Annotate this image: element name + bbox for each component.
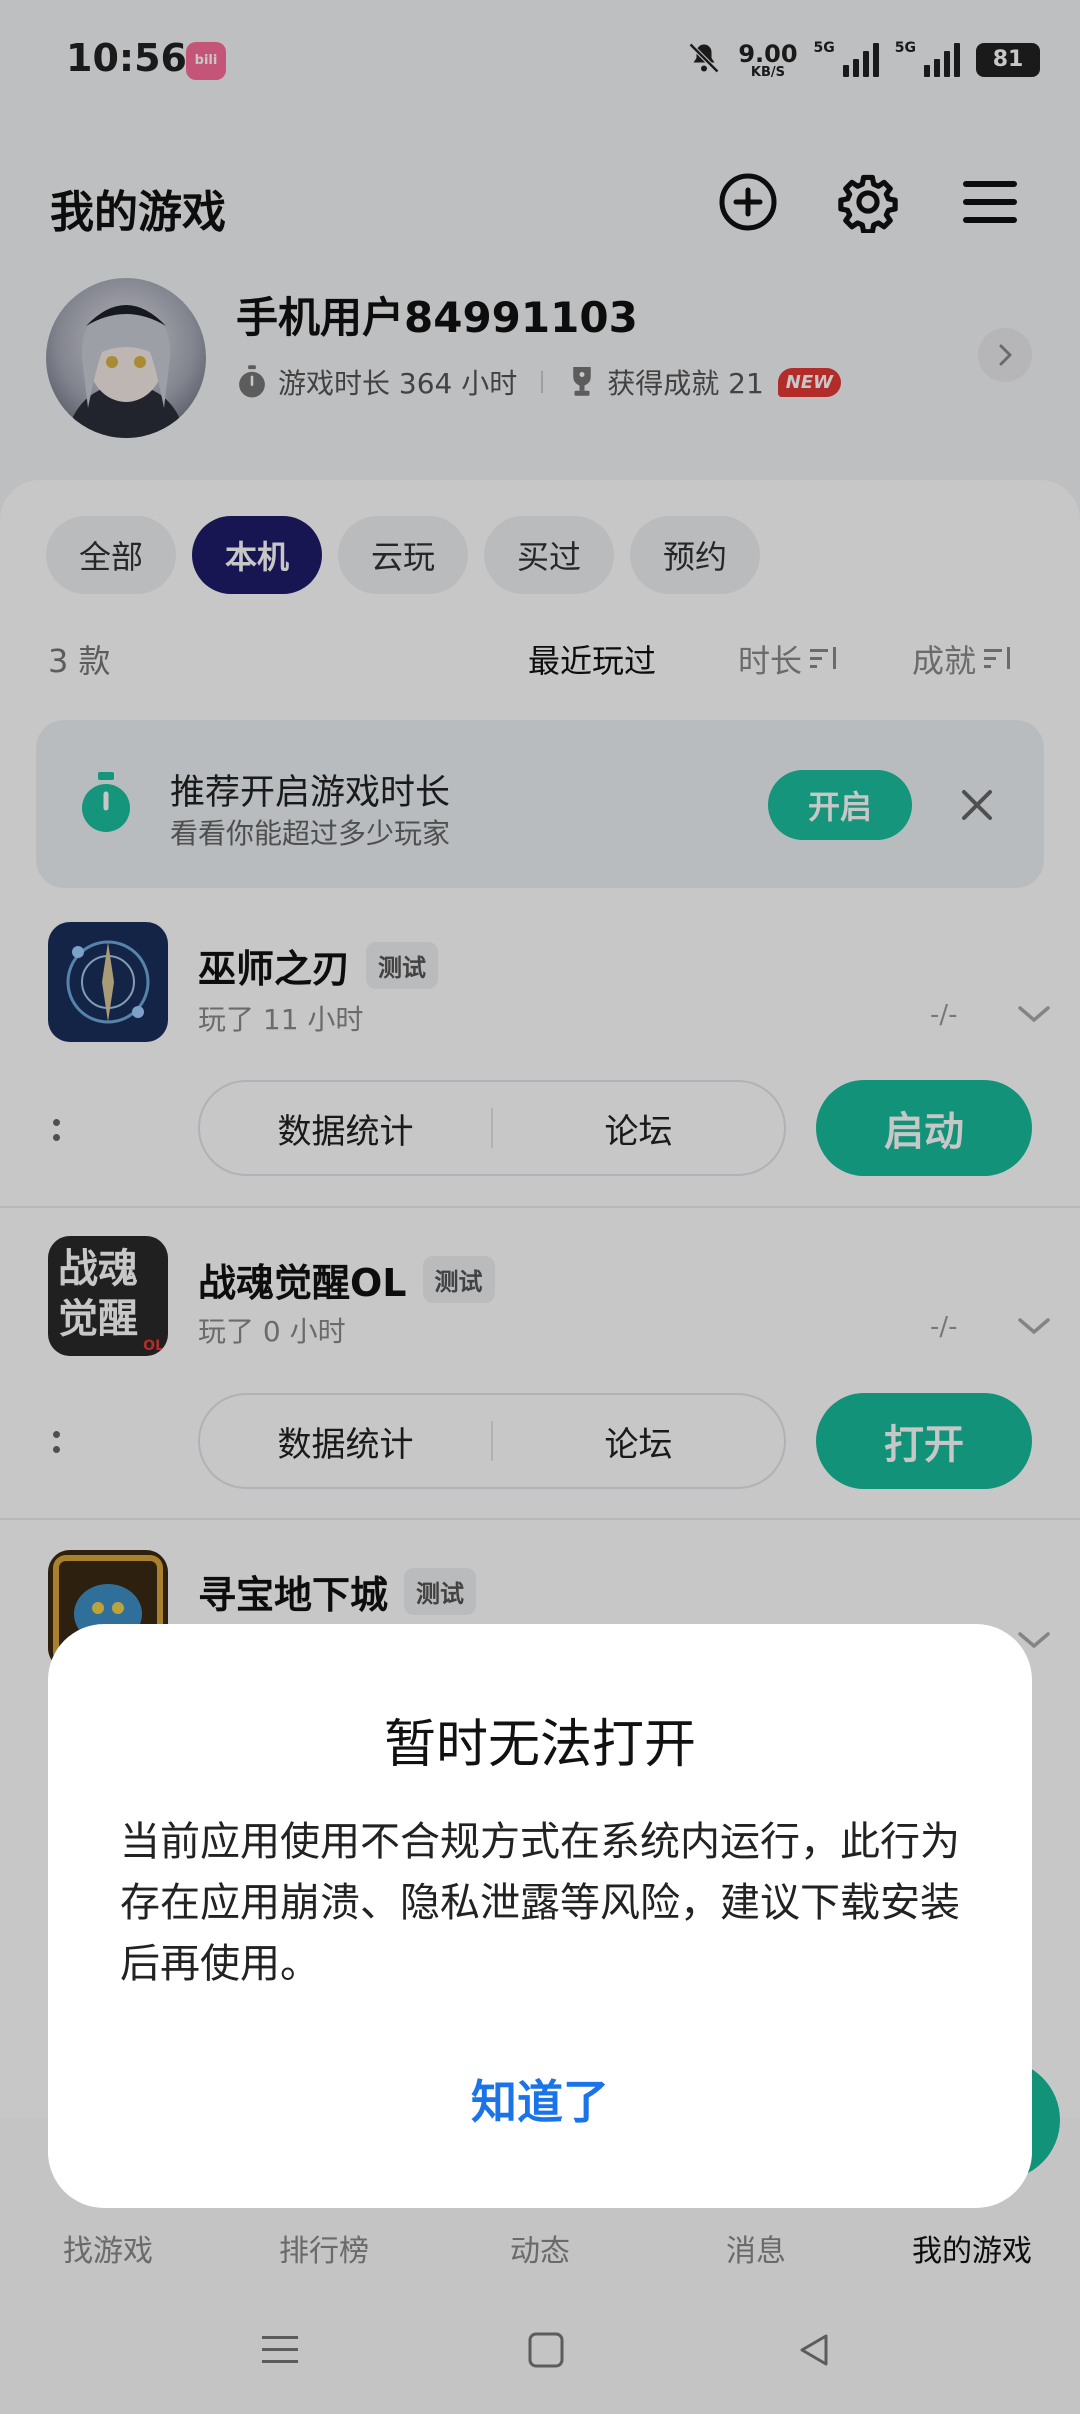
dialog-ok-button[interactable]: 知道了	[48, 2066, 1032, 2132]
dialog-message: 当前应用使用不合规方式在系统内运行，此行为存在应用崩溃、隐私泄露等风险，建议下载…	[120, 1819, 960, 1987]
dialog-title: 暂时无法打开	[383, 1715, 696, 1775]
